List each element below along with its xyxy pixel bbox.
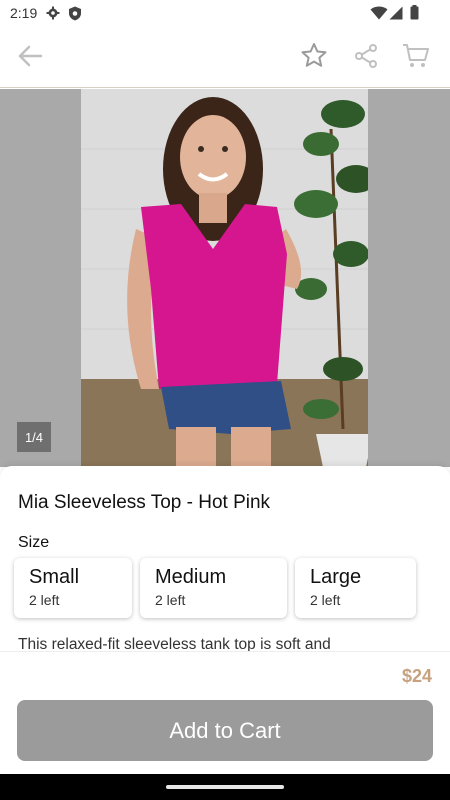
size-option-large[interactable]: Large 2 left [295,558,416,618]
status-time: 2:19 [10,5,38,21]
image-counter: 1/4 [17,422,51,452]
arrow-left-icon [17,45,43,72]
size-stock: 2 left [29,592,60,608]
size-label: Medium [155,566,227,588]
product-photo [81,89,368,467]
product-title: Mia Sleeveless Top - Hot Pink [18,492,271,513]
add-to-cart-button[interactable]: Add to Cart [17,700,433,761]
product-price: $24 [401,666,432,686]
share-button[interactable] [350,42,382,74]
purchase-footer: $24 Add to Cart [0,651,450,774]
star-icon [300,42,328,74]
share-icon [353,43,379,74]
system-navigation-bar [0,774,450,800]
product-detail-screen: 2:19 1/4 Mia Sleeveless Top - Hot Pink S… [0,0,450,774]
favorite-button[interactable] [298,42,330,74]
settings-icon [46,6,60,25]
size-stock: 2 left [155,592,186,608]
status-bar: 2:19 [0,0,450,28]
size-stock: 2 left [310,592,341,608]
wifi-icon [370,6,388,25]
battery-icon [410,5,419,25]
back-button[interactable] [14,42,46,74]
size-option-small[interactable]: Small 2 left [14,558,132,618]
size-label: Large [310,566,362,588]
size-heading: Size [18,534,50,551]
home-gesture-handle[interactable] [166,785,284,789]
product-image-carousel[interactable]: 1/4 [0,89,450,467]
shield-icon [68,6,82,26]
cart-button[interactable] [400,42,432,74]
size-label: Small [29,566,80,588]
cart-icon [402,43,430,74]
cellular-signal-icon [389,6,403,25]
top-app-bar [0,28,450,88]
size-option-medium[interactable]: Medium 2 left [140,558,287,618]
